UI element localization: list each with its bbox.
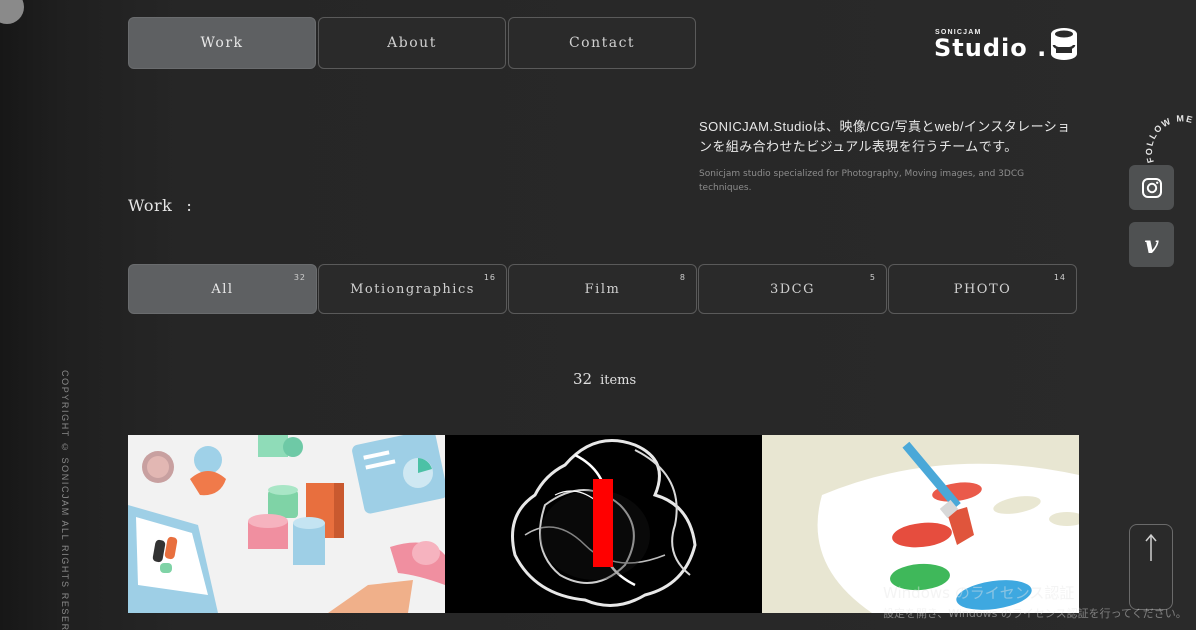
- filter-label: Motiongraphics: [350, 281, 475, 297]
- items-count-number: 32: [573, 370, 593, 388]
- page: COPYRIGHT © SONICJAM ALL RIGHTS RESERVED…: [0, 0, 1196, 630]
- intro-en-text: Sonicjam studio specialized for Photogra…: [699, 169, 1025, 193]
- filter-label: All: [211, 281, 234, 297]
- studio-logo[interactable]: SONICJAM Studio .: [934, 26, 1084, 66]
- windows-activation-notice: Windows のライセンス認証 設定を開き、Windows のライセンス認証を…: [883, 582, 1187, 621]
- filter-count: 32: [293, 273, 306, 282]
- filter-all-button[interactable]: All 32: [128, 264, 317, 314]
- nav-work-button[interactable]: Work: [128, 17, 316, 69]
- cylinder-logo-icon: [1051, 28, 1077, 60]
- items-count-label: items: [600, 373, 637, 388]
- windows-activation-subtitle: 設定を開き、Windows のライセンス認証を行ってください。: [883, 607, 1187, 620]
- filter-count: 8: [679, 273, 686, 282]
- cursor-dot-icon: [0, 0, 24, 24]
- work-card-3d-objects[interactable]: [128, 435, 445, 613]
- work-thumbnail-smoke: [445, 435, 762, 613]
- filter-3dcg-button[interactable]: 3DCG 5: [698, 264, 887, 314]
- instagram-button[interactable]: [1129, 165, 1174, 210]
- section-title-colon: :: [186, 196, 193, 215]
- items-count: 32 items: [573, 369, 636, 388]
- intro-jp-text: SONICJAM.Studioは、映像/CG/写真とweb/インスタレーションを…: [699, 119, 1071, 154]
- windows-activation-title: Windows のライセンス認証: [883, 584, 1075, 602]
- category-filters: All 32 Motiongraphics 16 Film 8 3DCG 5 P…: [128, 264, 1078, 314]
- vimeo-icon: v: [1144, 229, 1159, 259]
- main-nav: Work About Contact: [128, 17, 698, 69]
- nav-about-button[interactable]: About: [318, 17, 506, 69]
- copyright: COPYRIGHT © SONICJAM ALL RIGHTS RESERVED: [60, 370, 70, 630]
- work-card-smoke[interactable]: [445, 435, 762, 613]
- filter-label: 3DCG: [769, 281, 816, 297]
- instagram-icon: [1141, 177, 1162, 198]
- vimeo-button[interactable]: v: [1129, 222, 1174, 267]
- filter-motiongraphics-button[interactable]: Motiongraphics 16: [318, 264, 507, 314]
- filter-count: 14: [1053, 273, 1066, 282]
- intro: SONICJAM.Studioは、映像/CG/写真とweb/インスタレーションを…: [699, 117, 1079, 195]
- section-title: Work:: [128, 196, 192, 215]
- work-thumbnail-3d-objects: [128, 435, 445, 613]
- filter-photo-button[interactable]: PHOTO 14: [888, 264, 1077, 314]
- arrow-up-icon: [1145, 533, 1157, 561]
- filter-count: 16: [483, 273, 496, 282]
- nav-contact-button[interactable]: Contact: [508, 17, 696, 69]
- section-title-text: Work: [128, 196, 173, 215]
- svg-text:FOLLOW ME ! FOLLO: FOLLOW ME ! FOLLO: [1144, 113, 1196, 168]
- filter-label: Film: [584, 281, 621, 297]
- logo-big-text: Studio .: [934, 34, 1048, 62]
- filter-film-button[interactable]: Film 8: [508, 264, 697, 314]
- follow-text: FOLLOW ME ! FOLLO: [1144, 113, 1196, 168]
- filter-count: 5: [869, 273, 876, 282]
- filter-label: PHOTO: [953, 281, 1012, 297]
